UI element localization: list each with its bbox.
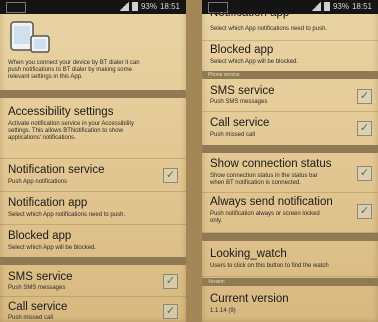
pref-title: SMS service (8, 271, 73, 283)
pref-title: Accessibility settings (8, 106, 114, 118)
pref-notification-app[interactable]: Notification app Select which App notifi… (202, 7, 378, 41)
show-connection-status-checkbox[interactable]: ✓ (357, 166, 372, 181)
pref-summary: Push missed call (8, 315, 54, 321)
pref-call-service[interactable]: Call service Push missed call ✓ (202, 111, 378, 146)
signal-icon (118, 2, 129, 11)
section-header-version: Version (202, 278, 378, 286)
battery-icon (323, 2, 330, 11)
pref-title: Show connection status (210, 158, 332, 170)
pref-always-send-notification[interactable]: Always send notification Push notificati… (202, 192, 378, 233)
pref-current-version: Current version 1.1.14 (9) (202, 287, 378, 321)
section-header (202, 233, 378, 241)
section-header (202, 145, 378, 153)
pref-notification-app[interactable]: Notification app Select which App notifi… (0, 191, 186, 225)
notification-service-checkbox[interactable]: ✓ (163, 168, 178, 183)
pref-looking-watch[interactable]: Looking_watch Users to click on this but… (202, 242, 378, 277)
version-number: 1.1.14 (9) (210, 308, 236, 314)
call-service-checkbox[interactable]: ✓ (163, 304, 178, 319)
pref-title: SMS service (210, 85, 275, 97)
pref-summary: Show connection status in the status bar… (210, 173, 318, 186)
signal-icon (310, 2, 321, 11)
status-bar: 93% 18:51 (0, 0, 186, 14)
sms-service-checkbox[interactable]: ✓ (357, 89, 372, 104)
pref-summary: Push App notifications (8, 179, 68, 185)
pref-show-connection-status[interactable]: Show connection status Show connection s… (202, 154, 378, 193)
pref-summary: Select which App will be blocked. (8, 245, 97, 251)
pref-title: Call service (210, 117, 270, 129)
clock: 18:51 (351, 2, 372, 11)
pref-blocked-app[interactable]: Blocked app Select which App will be blo… (0, 224, 186, 258)
pref-title: Call service (8, 301, 68, 313)
pref-summary: Select which App notifications need to p… (210, 26, 328, 32)
always-send-notification-checkbox[interactable]: ✓ (357, 204, 372, 219)
bt-notification-logo-icon (10, 21, 50, 53)
left-screen: 93% 18:51 When you connect your device b… (0, 0, 186, 322)
pref-summary: Push SMS messages (8, 285, 66, 291)
battery-percent: 93% (332, 2, 349, 11)
pref-summary: Push SMS messages (210, 99, 268, 105)
pref-title: Looking_watch (210, 248, 287, 260)
pref-sms-service[interactable]: SMS service Push SMS messages ✓ (0, 266, 186, 297)
pref-blocked-app[interactable]: Blocked app Select which App will be blo… (202, 40, 378, 72)
pref-title: Blocked app (8, 230, 72, 242)
pref-title: Notification app (210, 7, 290, 19)
pref-summary: Push notification always or screen locke… (210, 211, 320, 224)
section-header (0, 90, 186, 98)
section-header (0, 257, 186, 265)
clock: 18:51 (159, 2, 180, 11)
pref-summary: Users to click on this button to find th… (210, 263, 329, 269)
battery-percent: 93% (140, 2, 157, 11)
app-notification-icon (6, 2, 26, 13)
sms-service-checkbox[interactable]: ✓ (163, 274, 178, 289)
section-header: Phone service (202, 71, 378, 79)
intro-text: When you connect your device by BT diale… (8, 60, 140, 80)
right-screen: 93% 18:51 Notification app Select which … (202, 0, 378, 322)
battery-icon (131, 2, 138, 11)
pref-call-service[interactable]: Call service Push missed call ✓ (0, 296, 186, 322)
pref-title: Current version (210, 293, 289, 305)
pref-summary: Activate notification service in your Ac… (8, 121, 135, 141)
pref-notification-service[interactable]: Notification service Push App notificati… (0, 158, 186, 192)
pref-accessibility-settings[interactable]: Accessibility settings Activate notifica… (0, 100, 186, 159)
pref-title: Notification app (8, 197, 88, 209)
pref-title: Blocked app (210, 44, 274, 56)
pref-sms-service[interactable]: SMS service Push SMS messages ✓ (202, 80, 378, 112)
pref-summary: Select which App will be blocked. (210, 59, 299, 65)
pref-summary: Push missed call (210, 132, 256, 138)
pref-title: Always send notification (210, 196, 333, 208)
pref-summary: Select which App notifications need to p… (8, 212, 126, 218)
pref-title: Notification service (8, 164, 105, 176)
call-service-checkbox[interactable]: ✓ (357, 121, 372, 136)
